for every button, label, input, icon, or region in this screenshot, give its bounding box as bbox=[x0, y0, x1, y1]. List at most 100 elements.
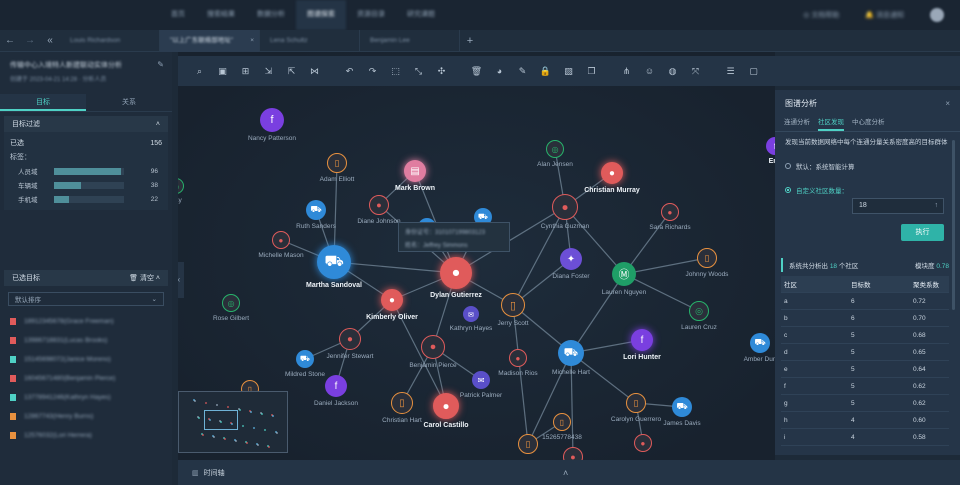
graph-node[interactable]: ▯ bbox=[697, 248, 717, 268]
selected-target-item[interactable]: 13778941246(Kathryn Hayes) bbox=[0, 388, 172, 407]
graph-node[interactable]: ● bbox=[563, 447, 583, 460]
table-row[interactable]: h 4 0.60 bbox=[781, 412, 949, 429]
table-row[interactable]: d 5 0.65 bbox=[781, 344, 949, 361]
graph-node[interactable]: ● bbox=[661, 203, 679, 221]
minimap-viewport[interactable] bbox=[204, 410, 238, 430]
hierarchy-icon[interactable]: ⋔ bbox=[615, 56, 638, 86]
panel-scrollbar[interactable] bbox=[952, 140, 955, 310]
undo-icon[interactable]: ↶ bbox=[338, 56, 361, 86]
tab-connectivity[interactable]: 连通分析 bbox=[784, 116, 810, 131]
share-icon[interactable]: ⋈ bbox=[303, 56, 326, 86]
graph-node[interactable]: ● bbox=[421, 335, 445, 359]
chevron-up-icon[interactable]: ˄ bbox=[563, 468, 568, 478]
graph-node[interactable]: ◎ bbox=[222, 294, 240, 312]
timeline-bar[interactable]: ▥ 时间轴 ˄ bbox=[178, 460, 960, 485]
notification-link[interactable]: 🔔 消息通知 bbox=[865, 10, 904, 20]
select-icon[interactable]: ⬚ bbox=[384, 56, 407, 86]
graph-node[interactable]: ◎ bbox=[689, 301, 709, 321]
graph-node[interactable]: ✦ bbox=[560, 248, 582, 270]
selected-target-item[interactable]: 12867743(Henry Burns) bbox=[0, 407, 172, 426]
graph-node[interactable]: f bbox=[325, 375, 347, 397]
face-icon[interactable]: ☺ bbox=[638, 56, 661, 86]
graph-node[interactable]: ● bbox=[339, 328, 361, 350]
avatar[interactable] bbox=[930, 8, 944, 22]
graph-node[interactable]: ● bbox=[509, 349, 527, 367]
tag-bar-row[interactable]: 车辆域 38 bbox=[10, 178, 162, 192]
tab-item[interactable]: Benjamin Lee bbox=[360, 29, 460, 52]
graph-node[interactable]: ● bbox=[272, 231, 290, 249]
tab-item[interactable]: Lena Schultz bbox=[260, 29, 360, 52]
tab-item-active[interactable]: "以上广东联络部地址" × bbox=[160, 29, 260, 52]
search-icon[interactable]: ⌕ bbox=[188, 56, 211, 86]
layout-icon[interactable]: ⤡ bbox=[407, 56, 430, 86]
graph-node[interactable]: ▯ bbox=[518, 434, 538, 454]
edit-icon[interactable]: ✎ bbox=[157, 60, 164, 69]
graph-node[interactable]: ▯ bbox=[626, 393, 646, 413]
lock-icon[interactable]: 🔒 bbox=[534, 56, 557, 86]
nav-item-resources[interactable]: 资源目录 bbox=[346, 0, 396, 30]
graph-node[interactable]: Ⓜ bbox=[612, 262, 636, 286]
help-link[interactable]: ◎ 文档帮助 bbox=[803, 10, 839, 20]
back-arrow-icon[interactable]: ← bbox=[0, 35, 20, 46]
minimap[interactable] bbox=[178, 391, 288, 453]
selected-target-item[interactable]: 18912345678(Grace Freeman) bbox=[0, 312, 172, 331]
graph-node[interactable]: ✉ bbox=[472, 371, 490, 389]
community-count-input[interactable]: 18 ↑ bbox=[852, 198, 944, 214]
option-custom-radio[interactable]: 自定义社区数量： bbox=[775, 182, 960, 198]
graph-node[interactable]: ● bbox=[433, 393, 459, 419]
table-row[interactable]: b 6 0.70 bbox=[781, 310, 949, 327]
collapse-double-chevron-icon[interactable]: « bbox=[40, 35, 60, 46]
table-row[interactable]: c 5 0.68 bbox=[781, 327, 949, 344]
image-icon[interactable]: ▨ bbox=[557, 56, 580, 86]
table-row[interactable]: i 4 0.58 bbox=[781, 429, 949, 446]
forward-arrow-icon[interactable]: → bbox=[20, 35, 40, 46]
graph-node[interactable]: ● bbox=[552, 194, 578, 220]
save-icon[interactable]: ▣ bbox=[211, 56, 234, 86]
graph-node[interactable]: ⛟ bbox=[296, 350, 314, 368]
graph-node[interactable]: ● bbox=[601, 162, 623, 184]
add-tab-icon[interactable]: + bbox=[460, 35, 480, 47]
graph-node[interactable]: ● bbox=[634, 434, 652, 452]
tag-bar-row[interactable]: 手机域 22 bbox=[10, 192, 162, 206]
graph-node[interactable]: ▯ bbox=[391, 392, 413, 414]
fit-icon[interactable]: ⤧ bbox=[684, 56, 707, 86]
expand-icon[interactable]: ✣ bbox=[430, 56, 453, 86]
table-row[interactable]: g 5 0.62 bbox=[781, 395, 949, 412]
chevron-up-icon[interactable]: ˄ bbox=[156, 275, 160, 282]
graph-node[interactable]: ⛟ bbox=[317, 245, 351, 279]
nav-item-analysis[interactable]: 数据分析 bbox=[246, 0, 296, 30]
graph-node[interactable]: ▯ bbox=[553, 413, 571, 431]
import-icon[interactable]: ⇲ bbox=[257, 56, 280, 86]
tab-targets[interactable]: 目标 bbox=[0, 94, 86, 111]
graph-node[interactable]: ⛟ bbox=[558, 340, 584, 366]
radio-checked-icon[interactable] bbox=[785, 187, 791, 193]
graph-node[interactable]: ⛟ bbox=[306, 200, 326, 220]
table-row[interactable]: a 6 0.72 bbox=[781, 293, 949, 310]
graph-node[interactable]: ▯ bbox=[501, 293, 525, 317]
tag-bar-row[interactable]: 人员域 96 bbox=[10, 164, 162, 178]
selected-target-item[interactable]: 15145698072(Janice Moreno) bbox=[0, 350, 172, 369]
close-icon[interactable]: × bbox=[250, 30, 254, 52]
copy-icon[interactable]: ❐ bbox=[580, 56, 603, 86]
tab-community[interactable]: 社区发现 bbox=[818, 116, 844, 131]
graph-node[interactable]: ● bbox=[381, 289, 403, 311]
palette-icon[interactable]: ◕ bbox=[488, 56, 511, 86]
nav-item-search[interactable]: 搜索结果 bbox=[196, 0, 246, 30]
chevron-up-icon[interactable]: ˄ bbox=[156, 121, 160, 128]
globe-icon[interactable]: ◍ bbox=[661, 56, 684, 86]
graph-node[interactable]: ◎ bbox=[546, 140, 564, 158]
add-icon[interactable]: ⊞ bbox=[234, 56, 257, 86]
graph-node[interactable]: ● bbox=[440, 257, 472, 289]
graph-node[interactable]: f bbox=[260, 108, 284, 132]
selected-target-item[interactable]: 12576032(Lori Herrera) bbox=[0, 426, 172, 445]
close-icon[interactable]: × bbox=[945, 99, 950, 108]
nav-item-home[interactable]: 首页 bbox=[160, 0, 196, 30]
list-icon[interactable]: ☰ bbox=[719, 56, 742, 86]
graph-node[interactable]: ▯ bbox=[327, 153, 347, 173]
selected-target-item[interactable]: 16045671480(Benjamin Pierce) bbox=[0, 369, 172, 388]
option-default-radio[interactable]: 默认：系统智能计算 bbox=[775, 158, 960, 174]
graph-node[interactable]: ✉ bbox=[463, 306, 479, 322]
selected-target-item[interactable]: 13986718831(Lucas Brooks) bbox=[0, 331, 172, 350]
left-collapse-handle[interactable]: « bbox=[178, 262, 184, 298]
graph-node[interactable]: ⛟ bbox=[672, 397, 692, 417]
